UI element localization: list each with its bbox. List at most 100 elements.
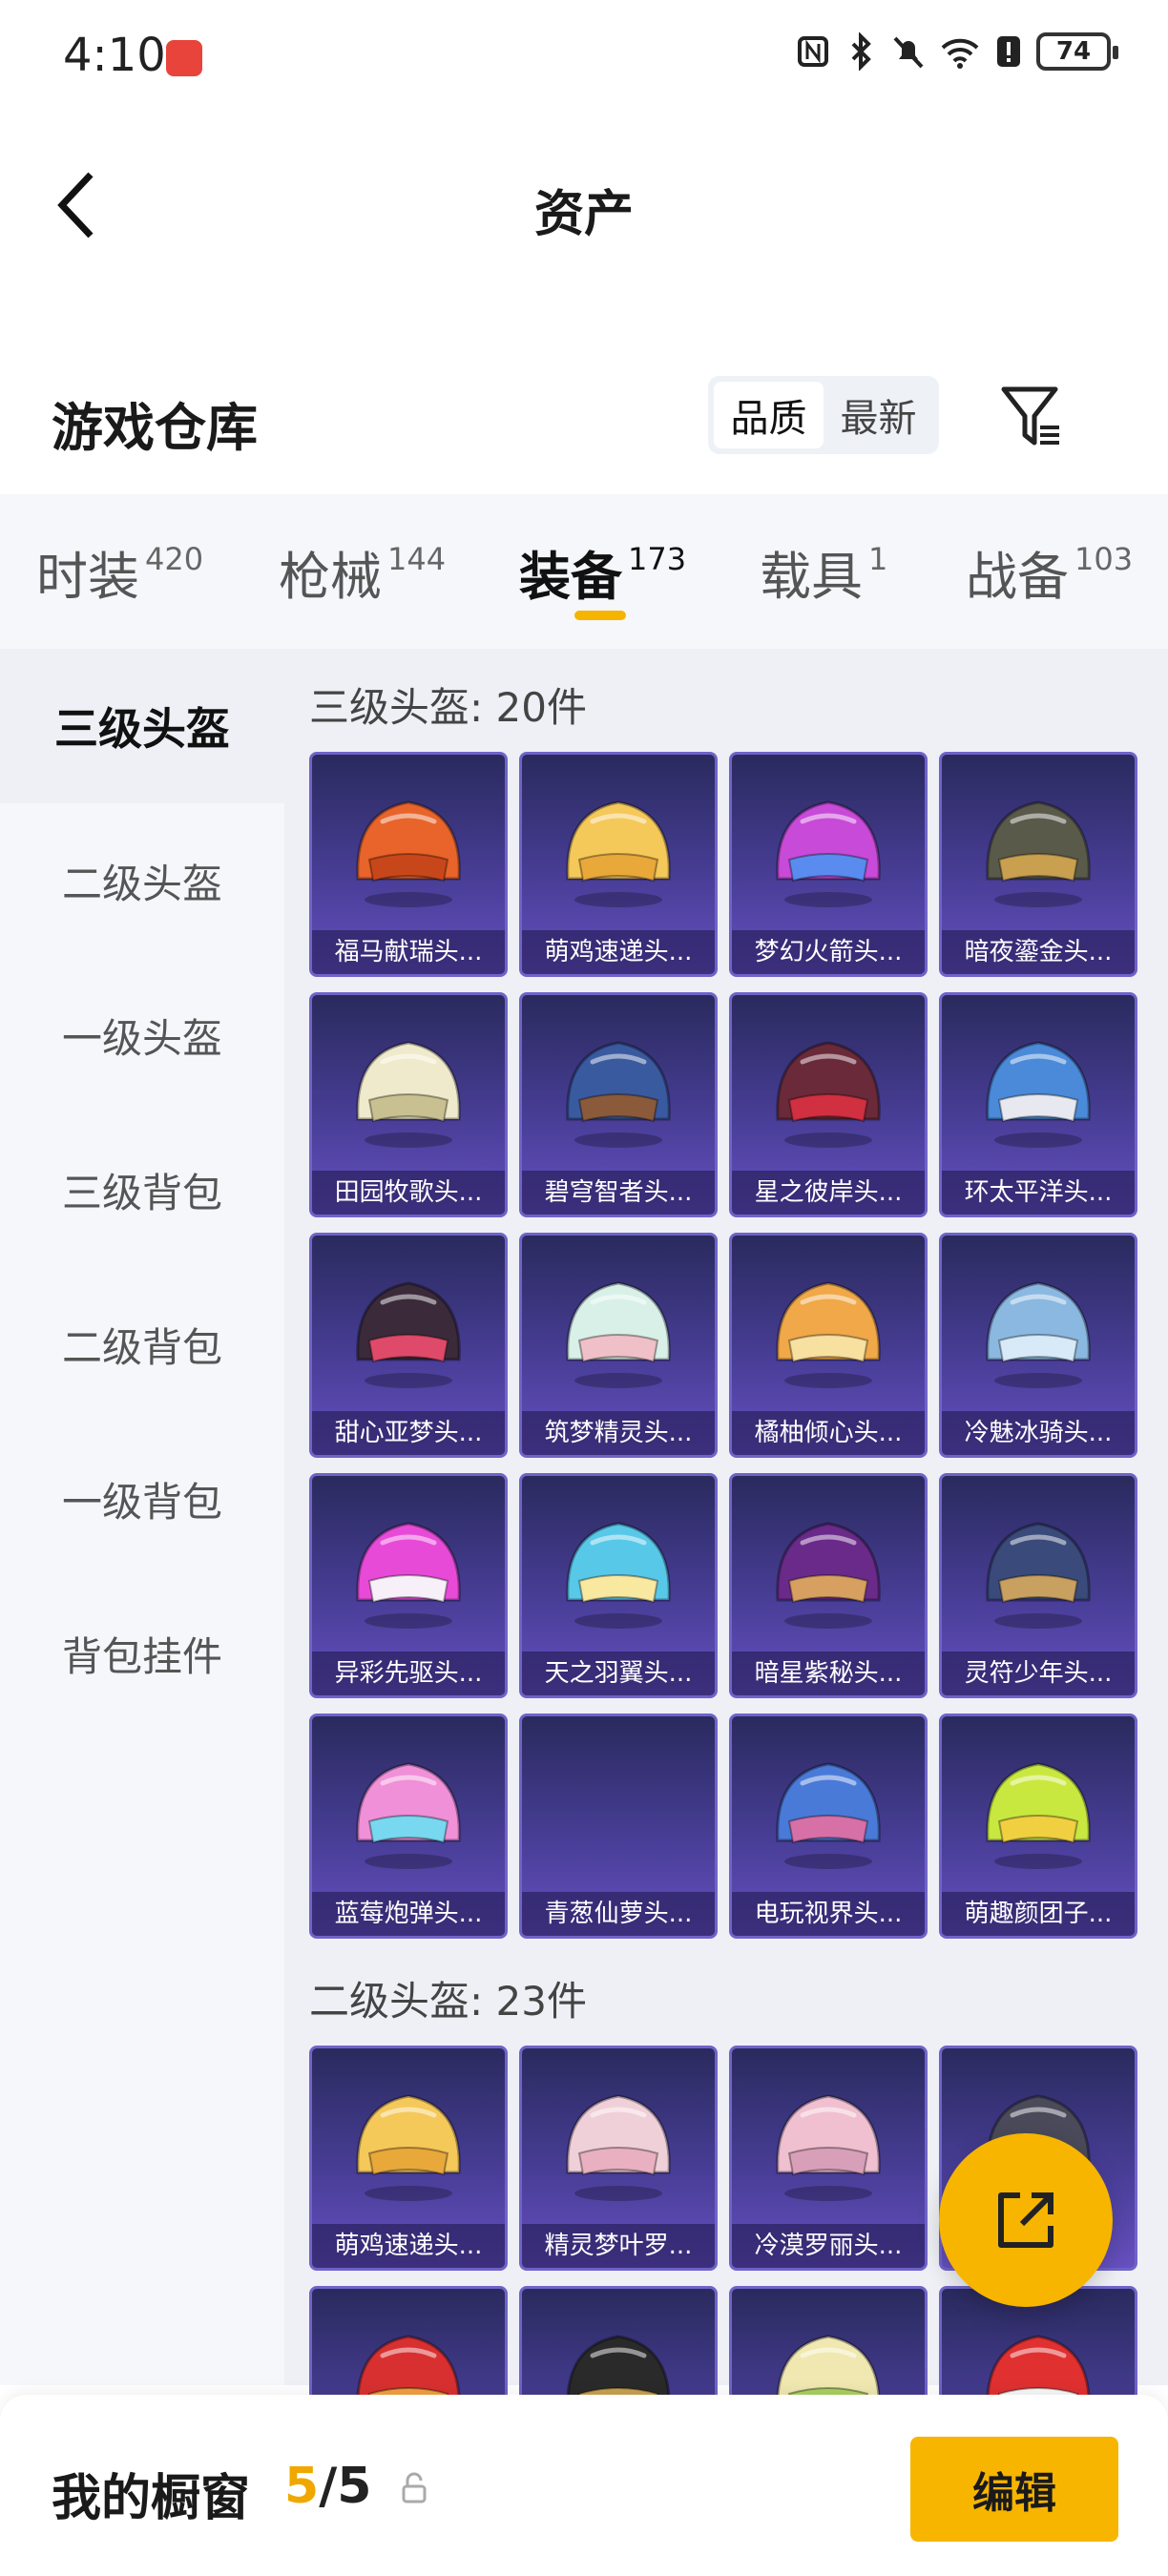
item-art	[312, 1476, 505, 1657]
item-name: 萌鸡速递头...	[522, 930, 715, 974]
tab-equipment[interactable]: 装备 173	[519, 534, 686, 610]
item-card[interactable]: 天之羽翼头...	[519, 1473, 718, 1698]
tab-count: 103	[1074, 541, 1134, 577]
item-card[interactable]: 灵符少年头...	[939, 1473, 1137, 1698]
item-name: 甜心亚梦头...	[312, 1411, 505, 1455]
item-card[interactable]: 冷漠罗丽头...	[729, 2046, 928, 2271]
item-art	[732, 1476, 925, 1657]
item-card[interactable]: 暗星紫秘头...	[729, 1473, 928, 1698]
item-art	[312, 995, 505, 1176]
section-title-level2: 二级头盔: 23件	[309, 1978, 587, 2025]
showcase-current: 5	[284, 2458, 320, 2515]
item-card[interactable]: 青葱仙萝头...	[519, 1714, 718, 1939]
tab-label: 战备	[966, 547, 1069, 607]
item-name: 萌鸡速递头...	[312, 2224, 505, 2268]
item-card[interactable]: 碧穹智者头...	[519, 992, 718, 1217]
item-name: 梦幻火箭头...	[732, 930, 925, 974]
item-card[interactable]: 橘柚倾心头...	[729, 1233, 928, 1458]
page-title: 资产	[533, 186, 634, 243]
sidebar-item-level1-backpack[interactable]: 一级背包	[0, 1422, 284, 1576]
item-card[interactable]: 筑梦精灵头...	[519, 1233, 718, 1458]
item-card[interactable]: 萌鸡速递头...	[519, 752, 718, 977]
item-art	[312, 755, 505, 936]
item-name: 天之羽翼头...	[522, 1652, 715, 1695]
item-name: 福马献瑞头...	[312, 930, 505, 974]
sidebar-item-level1-helmet[interactable]: 一级头盔	[0, 958, 284, 1112]
item-name: 田园牧歌头...	[312, 1171, 505, 1215]
item-card[interactable]: 蓝莓炮弹头...	[309, 1714, 508, 1939]
item-art	[732, 1716, 925, 1898]
item-art	[942, 1476, 1135, 1657]
tab-vehicles[interactable]: 载具 1	[760, 534, 887, 610]
helmet-icon	[566, 1281, 671, 1388]
item-card[interactable]: 福马献瑞头...	[309, 752, 508, 977]
item-art	[522, 1476, 715, 1657]
nav-bar: 资产	[0, 134, 1168, 277]
sidebar-item-level3-helmet[interactable]: 三级头盔	[0, 649, 284, 803]
sort-latest-button[interactable]: 最新	[824, 382, 933, 448]
helmet-icon	[356, 2094, 461, 2201]
item-card[interactable]: 冷魅冰骑头...	[939, 1233, 1137, 1458]
helmet-icon	[986, 1762, 1091, 1869]
tab-supplies[interactable]: 战备 103	[966, 534, 1133, 610]
item-name: 灵符少年头...	[942, 1652, 1135, 1695]
item-card[interactable]: 精灵梦叶罗...	[519, 2046, 718, 2271]
tab-count: 420	[145, 541, 204, 577]
share-icon	[998, 2192, 1053, 2248]
tab-guns[interactable]: 枪械 144	[279, 534, 446, 610]
item-art	[942, 1716, 1135, 1898]
helmet-icon	[356, 1041, 461, 1148]
alert-icon	[997, 36, 1020, 67]
item-name: 暗夜鎏金头...	[942, 930, 1135, 974]
item-art	[312, 2048, 505, 2230]
item-card[interactable]: 暗夜鎏金头...	[939, 752, 1137, 977]
filter-button[interactable]	[996, 380, 1069, 452]
filter-icon	[1001, 386, 1059, 446]
item-name: 环太平洋头...	[942, 1171, 1135, 1215]
share-button[interactable]	[939, 2133, 1113, 2307]
helmet-icon	[986, 1041, 1091, 1148]
helmet-icon	[776, 1041, 881, 1148]
item-art	[942, 755, 1135, 936]
edit-button[interactable]: 编辑	[910, 2437, 1118, 2542]
sidebar-item-level3-backpack[interactable]: 三级背包	[0, 1112, 284, 1267]
helmet-icon	[566, 1522, 671, 1629]
item-name: 橘柚倾心头...	[732, 1411, 925, 1455]
sidebar-item-level2-backpack[interactable]: 二级背包	[0, 1267, 284, 1422]
item-card[interactable]: 萌趣颜团子...	[939, 1714, 1137, 1939]
sidebar-item-level2-helmet[interactable]: 二级头盔	[0, 803, 284, 958]
item-card[interactable]: 梦幻火箭头...	[729, 752, 928, 977]
item-card[interactable]: 异彩先驱头...	[309, 1473, 508, 1698]
item-card[interactable]: 萌鸡速递头...	[309, 2046, 508, 2271]
helmet-icon	[776, 1281, 881, 1388]
tab-label: 装备	[519, 547, 622, 607]
item-name: 星之彼岸头...	[732, 1171, 925, 1215]
item-card[interactable]: 甜心亚梦头...	[309, 1233, 508, 1458]
tab-fashion[interactable]: 时装 420	[36, 534, 203, 610]
tab-count: 1	[868, 541, 888, 577]
helmet-icon	[566, 2094, 671, 2201]
tab-count: 144	[387, 541, 447, 577]
sort-quality-button[interactable]: 品质	[714, 382, 824, 448]
sidebar: 三级头盔 二级头盔 一级头盔 三级背包 二级背包 一级背包 背包挂件	[0, 649, 284, 2385]
item-card[interactable]: 电玩视界头...	[729, 1714, 928, 1939]
item-name: 暗星紫秘头...	[732, 1652, 925, 1695]
item-art	[312, 1236, 505, 1417]
item-card[interactable]: 环太平洋头...	[939, 992, 1137, 1217]
showcase-label: 我的橱窗	[52, 2470, 251, 2527]
bottom-bar: 我的橱窗 5/5 编辑	[0, 2395, 1168, 2576]
item-card[interactable]: 星之彼岸头...	[729, 992, 928, 1217]
item-name: 碧穹智者头...	[522, 1171, 715, 1215]
item-art	[732, 755, 925, 936]
item-name: 冷漠罗丽头...	[732, 2224, 925, 2268]
category-tabs: 时装 420 枪械 144 装备 173 载具 1 战备 103	[0, 494, 1168, 649]
item-art	[522, 755, 715, 936]
helmet-icon	[356, 1762, 461, 1869]
sidebar-item-backpack-charm[interactable]: 背包挂件	[0, 1576, 284, 1731]
item-card[interactable]: 田园牧歌头...	[309, 992, 508, 1217]
tab-label: 时装	[36, 547, 139, 607]
warehouse-title: 游戏仓库	[52, 398, 258, 458]
helmet-icon	[986, 800, 1091, 907]
bluetooth-icon	[851, 32, 871, 71]
helmet-icon	[776, 2094, 881, 2201]
